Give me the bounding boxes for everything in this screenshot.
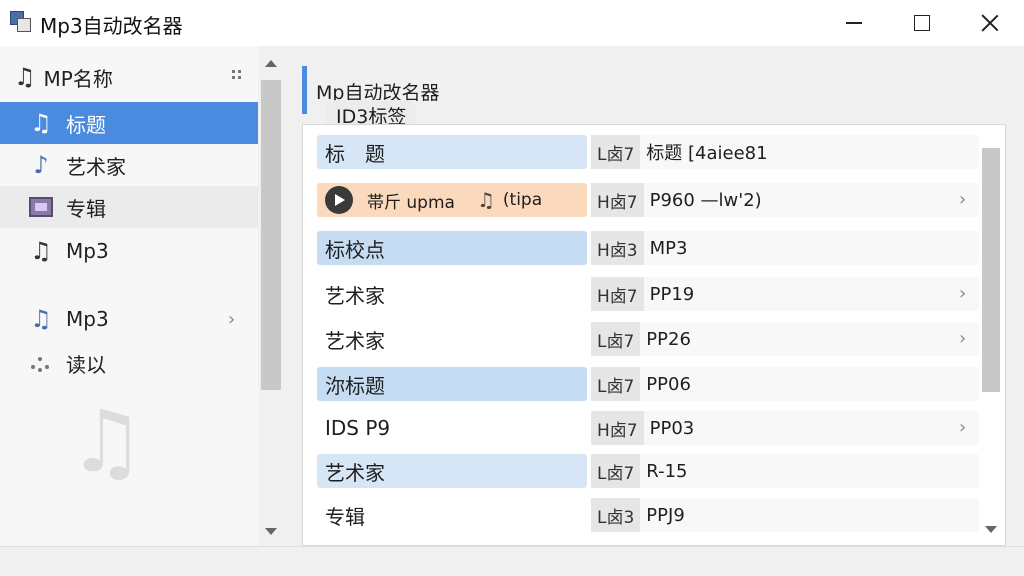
field-value: PP26	[646, 328, 691, 350]
field-value: PP19	[649, 283, 695, 305]
field-tag: H卤7	[591, 411, 644, 445]
minimize-icon	[846, 22, 862, 24]
field-tag: L卤7	[591, 367, 641, 401]
maximize-icon	[914, 15, 930, 31]
single-note-icon: ♪	[33, 151, 49, 179]
field-tag: H卤3	[591, 231, 644, 265]
table-row[interactable]: 艺术家 L卤7 R-15	[315, 452, 979, 490]
field-tag: L卤3	[591, 498, 641, 532]
table-row[interactable]: 专辑 L卤3 PPJ9	[315, 496, 979, 534]
field-name: 专辑	[325, 504, 365, 529]
field-tag: L卤7	[591, 454, 641, 488]
field-tag: H卤7	[591, 277, 644, 311]
field-name: 艺术家	[317, 454, 587, 488]
play-icon[interactable]	[325, 186, 353, 214]
field-value-cell[interactable]: L卤7 PP06	[591, 367, 979, 401]
chevron-right-icon[interactable]: ›	[959, 189, 966, 210]
table-row[interactable]: 帯斤 upma ♫ (tipa H卤7 P960 —lw'2) ›	[315, 181, 979, 219]
app-icon	[10, 11, 32, 33]
group-accent-bar	[302, 66, 307, 114]
sidebar-item-label: 标题	[66, 112, 106, 137]
table-row[interactable]: 沵标题 L卤7 PP06	[315, 365, 979, 403]
sidebar-item-mp3[interactable]: ♫ Mp3	[0, 230, 258, 272]
sidebar-item-label: 艺术家	[66, 154, 126, 179]
sidebar-item-label: 专辑	[66, 196, 106, 221]
close-icon	[981, 14, 999, 32]
minimize-button[interactable]	[824, 0, 884, 46]
field-value: P960 —lw'2)	[649, 189, 762, 211]
field-value-cell[interactable]: L卤7 标题 [4aiee81	[591, 135, 979, 169]
sidebar-item-mp3-group[interactable]: ♫ Mp3 ›	[0, 298, 258, 340]
table-row[interactable]: IDS P9 H卤7 PP03 ›	[315, 409, 979, 447]
status-strip	[0, 546, 1024, 576]
field-name: 艺术家	[325, 283, 385, 308]
sidebar-item-label: Mp3	[66, 307, 109, 331]
chevron-right-icon[interactable]: ›	[959, 328, 966, 349]
field-value-cell[interactable]: H卤3 MP3	[591, 231, 979, 265]
sidebar-scrollbar[interactable]	[258, 46, 284, 546]
scroll-down-icon[interactable]	[985, 526, 997, 533]
field-name: 标 题	[317, 135, 587, 169]
chevron-right-icon[interactable]: ›	[959, 417, 966, 438]
window-title: Mp3自动改名器	[40, 14, 183, 38]
field-value-cell[interactable]: H卤7 PP19	[591, 277, 979, 311]
field-value: PP06	[646, 373, 691, 395]
field-value: PPJ9	[646, 504, 685, 526]
music-note-icon: ♫	[30, 109, 52, 137]
field-value: MP3	[649, 237, 688, 259]
sidebar-item-label: Mp3	[66, 239, 109, 263]
field-name: 标校点	[317, 231, 587, 265]
maximize-button[interactable]	[892, 0, 952, 46]
main-panel: Mp自动改名器 ID3标签 标 题 L卤7 标题 [4aiee81 帯斤 upm…	[302, 66, 1010, 546]
table-row[interactable]: 标 题 L卤7 标题 [4aiee81	[315, 133, 979, 171]
dots-icon	[28, 349, 54, 377]
scroll-up-icon[interactable]	[265, 60, 277, 67]
field-value-cell[interactable]: L卤7 R-15	[591, 454, 979, 488]
drag-handle-icon[interactable]	[232, 70, 242, 84]
sidebar-header: ♫ MP名称	[14, 62, 113, 92]
sidebar-item-artist[interactable]: ♪ 艺术家	[0, 144, 258, 186]
field-value: R-15	[646, 460, 688, 482]
field-name: 帯斤 upma	[367, 192, 455, 213]
album-icon	[28, 193, 54, 221]
sidebar-item-album[interactable]: 专辑	[0, 186, 258, 228]
field-tag: H卤7	[591, 183, 644, 217]
list-scrollbar[interactable]	[980, 124, 1002, 546]
table-row[interactable]: 艺术家 L卤7 PP26 ›	[315, 320, 979, 358]
sidebar-item-title[interactable]: ♫ 标题	[0, 102, 258, 144]
chevron-right-icon: ›	[228, 308, 236, 330]
music-note-icon: ♫	[30, 305, 52, 333]
field-value-cell[interactable]: H卤7 P960 —lw'2)	[591, 183, 979, 217]
close-button[interactable]	[960, 0, 1020, 46]
field-value-cell[interactable]: L卤7 PP26	[591, 322, 979, 356]
scrollbar-thumb[interactable]	[982, 148, 1000, 392]
title-bar: Mp3自动改名器	[0, 0, 1024, 46]
table-row[interactable]: 艺术家 H卤7 PP19 ›	[315, 275, 979, 313]
sidebar-item-label: 读以	[66, 352, 106, 377]
field-tag: L卤7	[591, 322, 641, 356]
sidebar-header-label: MP名称	[43, 66, 113, 91]
field-tag: L卤7	[591, 135, 641, 169]
field-name-cell: 帯斤 upma ♫ (tipa	[317, 183, 587, 217]
scrollbar-thumb[interactable]	[261, 80, 281, 390]
field-value-cell[interactable]: H卤7 PP03	[591, 411, 979, 445]
field-value-cell[interactable]: L卤3 PPJ9	[591, 498, 979, 532]
tag-list: 标 题 L卤7 标题 [4aiee81 帯斤 upma ♫ (tipa H卤7 …	[302, 124, 1006, 546]
sidebar: ♫ MP名称 ♫ 标题 ♪ 艺术家 专辑 ♫ Mp3 ♫ Mp3 › 读以 ♫	[0, 46, 284, 546]
field-name: 艺术家	[325, 328, 385, 353]
music-note-icon: ♫	[476, 188, 495, 212]
field-value: PP03	[649, 417, 695, 439]
field-name: IDS P9	[325, 416, 391, 440]
music-note-icon: ♫	[30, 237, 52, 265]
table-row[interactable]: 标校点 H卤3 MP3	[315, 229, 979, 267]
scroll-down-icon[interactable]	[265, 528, 277, 535]
field-name: 沵标题	[317, 367, 587, 401]
field-value: 标题 [4aiee81	[646, 143, 768, 164]
sidebar-item-read[interactable]: 读以	[0, 342, 258, 384]
music-watermark-icon: ♫	[68, 392, 146, 492]
chevron-right-icon[interactable]: ›	[959, 283, 966, 304]
field-name-extra: (tipa	[502, 190, 543, 210]
music-note-icon: ♫	[14, 63, 36, 91]
